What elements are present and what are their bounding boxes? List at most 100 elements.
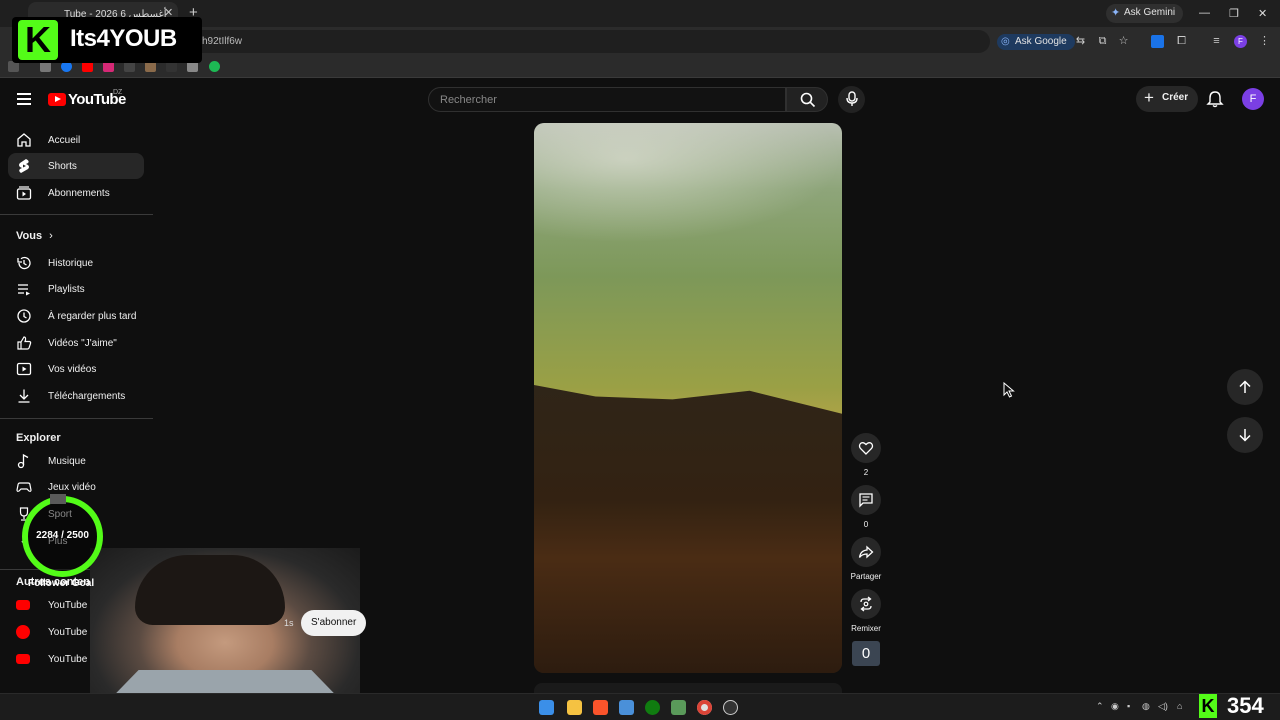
sidebar-item-playlists[interactable]: Playlists: [8, 276, 144, 302]
like-count: 2: [863, 468, 869, 477]
sidebar-item-watch-later[interactable]: À regarder plus tard: [8, 303, 144, 329]
streamer-name: Its4YOUB: [70, 25, 177, 52]
kick-logo-icon: K: [1199, 694, 1217, 718]
arrow-up-icon: [1239, 380, 1251, 393]
sidebar-item-gaming[interactable]: Jeux vidéo: [8, 474, 144, 500]
watch-later-icon: [17, 309, 31, 323]
sidebar-heading-vous[interactable]: Vous ›: [16, 230, 53, 242]
install-icon[interactable]: ⧉: [1096, 35, 1109, 48]
playlists-icon: [18, 284, 30, 296]
network-icon[interactable]: ⌂: [1177, 701, 1182, 711]
restore-icon[interactable]: ❐: [1229, 7, 1239, 20]
comments-button[interactable]: [851, 485, 881, 515]
shorts-icon: [19, 159, 29, 173]
webcam-person-hair: [135, 555, 285, 625]
tray-chevron-icon[interactable]: ⌃: [1096, 701, 1104, 712]
your-videos-icon: [16, 362, 32, 376]
vous-label: Vous: [16, 230, 43, 242]
share-label: Partager: [850, 572, 882, 581]
brave-icon[interactable]: [593, 700, 608, 715]
video-hillside: [534, 385, 842, 673]
ask-google-button[interactable]: ◎ Ask Google: [997, 34, 1075, 50]
steam-icon[interactable]: ◍: [1142, 701, 1150, 712]
youtube-music-icon: [16, 625, 30, 639]
comment-icon: [859, 493, 873, 508]
previous-short-button[interactable]: [1227, 369, 1263, 405]
sidebar-item-label: Téléchargements: [48, 391, 126, 402]
gemini-icon: ✦: [1111, 7, 1121, 19]
close-window-icon[interactable]: ✕: [1258, 7, 1267, 20]
search-button[interactable]: [786, 87, 828, 112]
youtube-header: YouTube DZ Rechercher + Créer F: [0, 80, 1280, 120]
video-sky: [534, 123, 842, 243]
like-button[interactable]: [851, 433, 881, 463]
account-avatar[interactable]: F: [1242, 88, 1264, 110]
time-fragment: 1s: [284, 618, 294, 628]
youtube-premium-icon: [16, 600, 30, 610]
sidebar-item-historique[interactable]: Historique: [8, 250, 144, 276]
heart-icon: [858, 442, 874, 455]
counter-badge: 0: [852, 641, 880, 666]
kick-viewer-count: 354: [1227, 693, 1264, 718]
extensions-puzzle-icon[interactable]: ⧠: [1175, 35, 1188, 48]
sidebar-item-accueil[interactable]: Accueil: [8, 127, 144, 153]
sidebar-item-your-videos[interactable]: Vos vidéos: [8, 356, 144, 382]
search-input[interactable]: Rechercher: [428, 87, 786, 112]
chrome-icon[interactable]: [697, 700, 712, 715]
minimize-icon[interactable]: —: [1199, 7, 1210, 19]
sidebar-item-abonnements[interactable]: Abonnements: [8, 180, 144, 206]
arrow-down-icon: [1239, 429, 1251, 442]
gaming-icon: [16, 482, 32, 492]
sidebar-heading-explorer: Explorer: [16, 432, 61, 444]
nvidia-icon[interactable]: ▪: [1127, 701, 1130, 711]
next-short-button[interactable]: [1227, 417, 1263, 453]
sidebar-item-label: Jeux vidéo: [48, 482, 96, 493]
address-bar[interactable]: h92tIlf6w: [190, 30, 990, 53]
hamburger-menu-icon[interactable]: [17, 93, 31, 105]
discord-icon[interactable]: ◉: [1111, 701, 1119, 712]
comment-count: 0: [863, 520, 869, 529]
sidebar-item-shorts[interactable]: Shorts: [8, 153, 144, 179]
mouse-cursor-icon: [1003, 382, 1015, 398]
extension-icon[interactable]: [1151, 35, 1164, 48]
xbox-icon[interactable]: [645, 700, 660, 715]
obs-icon[interactable]: [723, 700, 738, 715]
bookmark-star-icon[interactable]: ☆: [1117, 35, 1130, 48]
spotify-icon[interactable]: [209, 61, 220, 72]
history-icon: [17, 256, 31, 270]
sidebar-item-label: Accueil: [48, 135, 81, 146]
sidebar-item-music[interactable]: Musique: [8, 448, 144, 474]
shorts-video-player[interactable]: [534, 123, 842, 673]
file-explorer-icon[interactable]: [567, 700, 582, 715]
voice-search-button[interactable]: [838, 86, 865, 113]
kick-logo-icon: K: [18, 20, 58, 60]
next-short-preview[interactable]: [534, 683, 842, 693]
sidebar-item-downloads[interactable]: Téléchargements: [8, 383, 144, 409]
sidebar-item-label: Abonnements: [48, 188, 110, 199]
notifications-bell-icon[interactable]: [1206, 90, 1224, 108]
translate-icon[interactable]: ⇆: [1074, 35, 1087, 48]
subscribe-button[interactable]: S'abonner: [301, 610, 367, 636]
windows-start-icon[interactable]: [539, 700, 554, 715]
streamer-logo: K Its4YOUB: [12, 17, 202, 63]
sidebar-item-label: À regarder plus tard: [48, 311, 137, 322]
ask-gemini-button[interactable]: ✦ Ask Gemini: [1106, 4, 1184, 23]
chevron-right-icon: ›: [49, 230, 53, 242]
store-icon[interactable]: [619, 700, 634, 715]
like-icon: [17, 336, 32, 350]
remix-button[interactable]: [851, 589, 881, 619]
volume-icon[interactable]: ◁): [1158, 701, 1168, 712]
share-button[interactable]: [851, 537, 881, 567]
create-label: Créer: [1162, 92, 1189, 103]
url-text: h92tIlf6w: [202, 36, 243, 47]
youtube-logo-icon[interactable]: [48, 93, 66, 106]
profile-icon[interactable]: F: [1234, 35, 1247, 48]
app-icon[interactable]: [671, 700, 686, 715]
chrome-menu-icon[interactable]: ⋮: [1258, 35, 1271, 48]
sidebar-item-label: Historique: [48, 258, 94, 269]
media-icon[interactable]: ≡: [1210, 35, 1223, 48]
sidebar-item-label: Shorts: [48, 161, 77, 172]
share-icon: [858, 545, 874, 559]
sidebar-item-liked-videos[interactable]: Vidéos "J'aime": [8, 330, 144, 356]
create-button[interactable]: + Créer: [1136, 86, 1199, 112]
